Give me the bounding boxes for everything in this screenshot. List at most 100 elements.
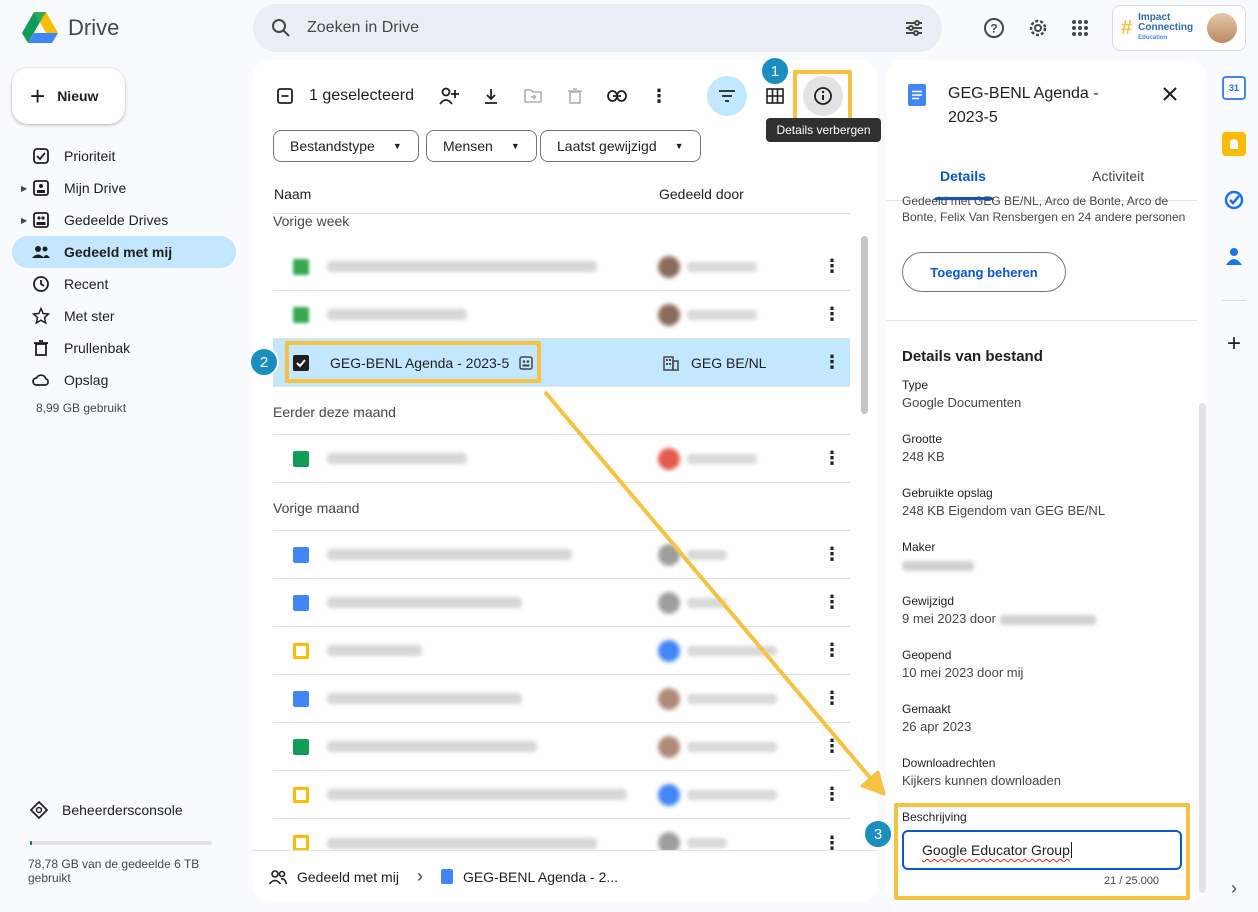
sidebar-item-storage[interactable]: Opslag — [12, 364, 236, 396]
docs-file-icon — [293, 594, 309, 611]
tab-activity[interactable]: Activiteit — [1092, 168, 1144, 184]
sidebar-item-priority[interactable]: Prioriteit — [12, 140, 236, 172]
admin-shield-icon — [30, 801, 48, 819]
people-icon — [269, 869, 287, 885]
calendar-icon[interactable]: 31 — [1222, 76, 1246, 100]
highlight-description — [894, 803, 1190, 900]
move-folder-icon[interactable] — [512, 76, 554, 116]
new-button-label: Nieuw — [57, 88, 99, 104]
row-more-icon[interactable]: ⋮ — [823, 352, 841, 373]
table-row[interactable]: ⋮ — [273, 291, 850, 339]
row-more-icon[interactable]: ⋮ — [823, 544, 841, 565]
file-list-scrollbar[interactable] — [861, 236, 868, 414]
table-row[interactable]: ⋮ — [273, 579, 850, 627]
row-more-icon[interactable]: ⋮ — [823, 592, 841, 613]
svg-text:?: ? — [990, 22, 997, 36]
deselect-icon[interactable] — [273, 76, 297, 116]
add-addon-plus-icon[interactable]: + — [1222, 330, 1246, 357]
table-row[interactable]: ⋮ — [273, 771, 850, 819]
table-row[interactable]: ⋮ — [273, 435, 850, 483]
detail-label-download: Downloadrechten — [902, 756, 996, 770]
filter-people[interactable]: Mensen ▼ — [426, 130, 537, 162]
header-divider — [273, 213, 850, 214]
drive-logo[interactable]: Drive — [22, 12, 119, 44]
storage-used-text: 8,99 GB gebruikt — [36, 401, 127, 415]
delete-trash-icon[interactable] — [554, 76, 596, 116]
filter-file-type[interactable]: Bestandstype ▼ — [273, 130, 419, 162]
settings-gear-icon[interactable] — [1018, 8, 1058, 48]
sidebar-item-starred[interactable]: Met ster — [12, 300, 236, 332]
detail-value-opened: 10 mei 2023 door mij — [902, 665, 1024, 680]
account-switcher[interactable]: # Impact Connecting Education — [1112, 5, 1246, 51]
sidebar-item-label: Prioriteit — [64, 148, 116, 164]
more-actions-icon[interactable]: ⋮ — [638, 76, 680, 116]
row-more-icon[interactable]: ⋮ — [823, 688, 841, 709]
search-input[interactable]: Zoeken in Drive — [307, 19, 904, 37]
expand-caret-icon[interactable]: ▶ — [21, 184, 27, 193]
table-row[interactable]: ⋮ — [273, 531, 850, 579]
my-drive-icon — [33, 180, 49, 196]
keep-icon[interactable] — [1222, 132, 1246, 156]
search-options-icon[interactable] — [904, 18, 924, 38]
detail-value-created: 26 apr 2023 — [902, 719, 972, 734]
details-scrollbar[interactable] — [1199, 403, 1206, 893]
sidebar-item-shared-drives[interactable]: ▶ Gedeelde Drives — [12, 204, 236, 236]
search-bar[interactable]: Zoeken in Drive — [253, 4, 942, 52]
slides-file-icon — [293, 835, 309, 851]
sidebar-item-my-drive[interactable]: ▶ Mijn Drive — [12, 172, 236, 204]
filter-toggle-icon[interactable] — [707, 76, 747, 116]
file-list-panel: 1 geselecteerd ⋮ Bestandstype ▼ Mensen ▼ L… — [253, 60, 877, 902]
detail-value-modified: 9 mei 2023 door — [902, 611, 1096, 626]
table-row[interactable]: ⋮ — [273, 627, 850, 675]
filter-label: Bestandstype — [290, 138, 375, 154]
share-add-person-icon[interactable] — [428, 76, 470, 116]
copy-link-icon[interactable] — [596, 76, 638, 116]
detail-label-modified: Gewijzigd — [902, 594, 955, 608]
column-header-shared-by[interactable]: Gedeeld door — [659, 186, 744, 202]
plus-icon: + — [30, 81, 46, 111]
sidebar-item-trash[interactable]: Prullenbak — [12, 332, 236, 364]
expand-caret-icon[interactable]: ▶ — [21, 216, 27, 225]
row-more-icon[interactable]: ⋮ — [823, 256, 841, 277]
contacts-icon[interactable] — [1222, 244, 1246, 268]
avatar[interactable] — [1207, 13, 1237, 43]
sharer-avatar — [658, 543, 680, 566]
tab-details[interactable]: Details — [940, 168, 986, 184]
help-icon[interactable]: ? — [974, 8, 1014, 48]
row-more-icon[interactable]: ⋮ — [823, 784, 841, 805]
slides-file-icon — [293, 786, 309, 803]
people-icon — [32, 246, 50, 258]
filter-last-modified[interactable]: Laatst gewijzigd ▼ — [540, 130, 701, 162]
manage-access-button[interactable]: Toegang beheren — [902, 252, 1066, 292]
download-icon[interactable] — [470, 76, 512, 116]
admin-console-link[interactable]: Beheerdersconsole — [30, 801, 183, 819]
sidebar-item-label: Prullenbak — [64, 340, 131, 356]
chevron-right-icon[interactable]: › — [1222, 876, 1246, 900]
star-icon — [32, 307, 50, 325]
app-name: Drive — [68, 15, 120, 40]
slides-file-icon — [293, 642, 309, 659]
step-badge-1: 1 — [760, 56, 790, 86]
new-button[interactable]: + Nieuw — [12, 68, 125, 124]
blurred-sharer — [687, 741, 777, 752]
table-row[interactable]: ⋮ — [273, 243, 850, 291]
table-row[interactable]: ⋮ — [273, 723, 850, 771]
sidebar-item-recent[interactable]: Recent — [12, 268, 236, 300]
blurred-file-name — [327, 837, 597, 849]
breadcrumb-root[interactable]: Gedeeld met mij — [297, 869, 399, 885]
row-more-icon[interactable]: ⋮ — [823, 736, 841, 757]
column-header-name[interactable]: Naam — [274, 186, 311, 202]
row-more-icon[interactable]: ⋮ — [823, 448, 841, 469]
blurred-file-name — [327, 789, 627, 800]
table-row[interactable]: ⋮ — [273, 675, 850, 723]
row-more-icon[interactable]: ⋮ — [823, 304, 841, 325]
row-more-icon[interactable]: ⋮ — [823, 640, 841, 661]
detail-value-owner — [902, 557, 974, 572]
apps-grid-icon[interactable] — [1060, 8, 1100, 48]
close-icon[interactable] — [1158, 82, 1182, 106]
breadcrumb-current[interactable]: GEG-BENL Agenda - 2... — [463, 869, 618, 885]
tooltip: Details verbergen — [766, 118, 881, 142]
tasks-icon[interactable] — [1222, 188, 1246, 212]
sidebar-item-shared-with-me[interactable]: Gedeeld met mij — [12, 236, 236, 268]
detail-label-storage: Gebruikte opslag — [902, 486, 993, 500]
